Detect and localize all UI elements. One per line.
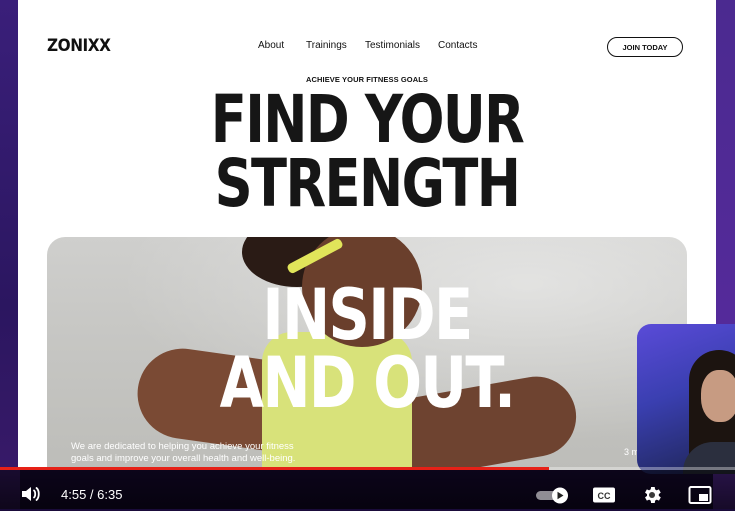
- overlay-line-1: INSIDE: [262, 274, 473, 356]
- volume-icon[interactable]: [20, 484, 42, 509]
- captions-icon[interactable]: CC: [592, 486, 616, 509]
- nav-link-testimonials: Testimonials: [365, 40, 421, 51]
- autoplay-toggle-icon[interactable]: [535, 485, 571, 510]
- hero-headline: FIND YOUR STRENGTH: [18, 81, 716, 222]
- hero-image: INSIDE AND OUT. We are dedicated to help…: [47, 237, 687, 470]
- svg-text:CC: CC: [598, 491, 611, 501]
- hero-description: We are dedicated to helping you achieve …: [71, 441, 296, 464]
- nav-link-contacts: Contacts: [438, 40, 478, 51]
- video-frame-website[interactable]: ZONIXX About Trainings Testimonials Cont…: [18, 0, 716, 470]
- join-today-button: JOIN TODAY: [607, 37, 683, 57]
- headline-line-2: STRENGTH: [214, 145, 521, 222]
- nav-link-about: About: [258, 40, 285, 51]
- overlay-line-2: AND OUT.: [219, 342, 516, 424]
- hero-overlay-text: INSIDE AND OUT.: [47, 274, 687, 424]
- page-background-left: [0, 0, 20, 509]
- presenter-webcam-overlay: [637, 324, 735, 474]
- nav-link-trainings: Trainings: [306, 40, 347, 51]
- settings-icon[interactable]: [641, 484, 663, 511]
- progress-bar[interactable]: [0, 467, 735, 470]
- time-display: 4:55 / 6:35: [61, 487, 123, 502]
- headline-line-1: FIND YOUR: [210, 81, 525, 158]
- progress-bar-played: [0, 467, 550, 470]
- miniplayer-icon[interactable]: [688, 485, 712, 510]
